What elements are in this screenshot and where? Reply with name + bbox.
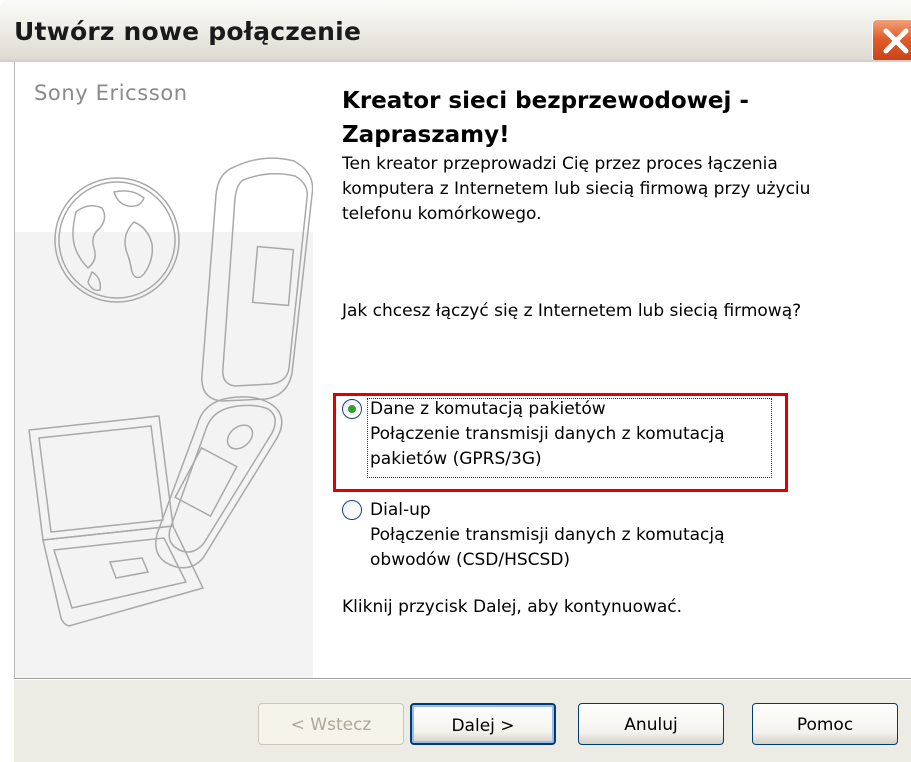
- close-button[interactable]: [872, 19, 911, 63]
- wizard-sidebar: Sony Ericsson: [14, 62, 313, 678]
- radio-description-dial-up: Połączenie transmisji danych z komutacją…: [370, 525, 725, 570]
- radio-button-dial-up[interactable]: [342, 500, 362, 520]
- globe-icon: [54, 177, 180, 303]
- sidebar-border: [14, 62, 15, 678]
- back-button[interactable]: < Wstecz: [258, 703, 404, 745]
- wizard-window: Utwórz nowe połączenie Sony Ericsson Kre…: [0, 0, 911, 762]
- close-icon: [883, 28, 909, 54]
- help-button[interactable]: Pomoc: [752, 703, 898, 745]
- wizard-illustration: [28, 157, 313, 627]
- wizard-intro-text: Ten kreator przeprowadzi Cię przez proce…: [342, 154, 811, 224]
- next-button[interactable]: Dalej >: [410, 703, 556, 745]
- laptop-icon: [28, 415, 205, 627]
- radio-label-dial-up[interactable]: Dial-up: [370, 498, 431, 523]
- flip-phone-icon: [155, 157, 313, 569]
- highlight-box: [333, 393, 788, 492]
- continue-hint: Kliknij przycisk Dalej, aby kontynuować.: [342, 597, 683, 617]
- title-bar[interactable]: Utwórz nowe połączenie: [0, 0, 911, 63]
- cancel-button[interactable]: Anuluj: [578, 703, 724, 745]
- connection-question: Jak chcesz łączyć się z Internetem lub s…: [342, 301, 802, 321]
- window-title: Utwórz nowe połączenie: [14, 17, 362, 46]
- radio-option-dial-up[interactable]: Dial-up Połączenie transmisji danych z k…: [342, 495, 792, 575]
- wizard-heading: Kreator sieci bezprzewodowej - Zapraszam…: [342, 88, 749, 148]
